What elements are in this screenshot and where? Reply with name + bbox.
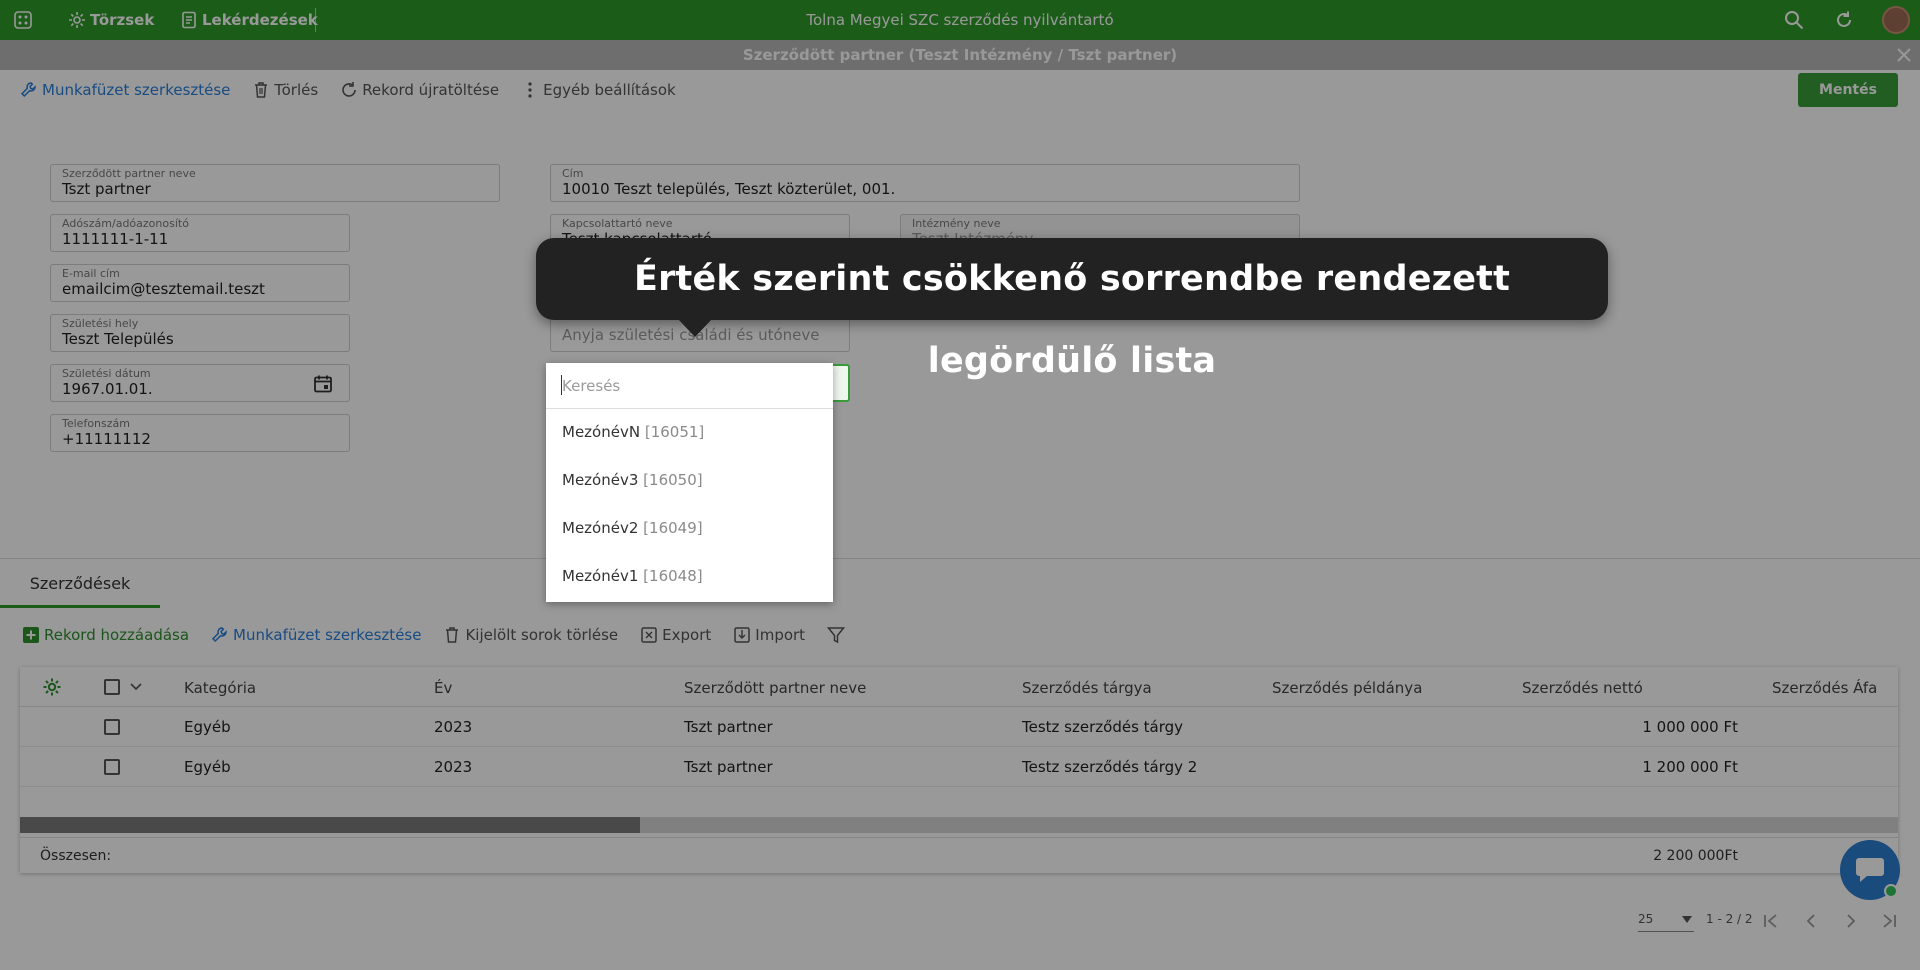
feature-tooltip: Érték szerint csökkenő sorrendbe rendeze… (536, 238, 1608, 381)
dropdown-option[interactable]: Mezónév3 [16050] (562, 471, 703, 489)
dropdown-option[interactable]: MezónévN [16051] (562, 423, 704, 441)
option-code: [16050] (643, 471, 703, 489)
option-name: Mezónév3 (562, 471, 639, 489)
dropdown-option[interactable]: Mezónév2 [16049] (562, 519, 703, 537)
option-name: Mezónév2 (562, 519, 639, 537)
option-code: [16048] (643, 567, 703, 585)
option-name: MezónévN (562, 423, 641, 441)
option-name: Mezónév1 (562, 567, 639, 585)
dropdown-search[interactable]: Keresés (546, 363, 833, 409)
tooltip-arrow (678, 319, 712, 337)
dropdown-list: Keresés MezónévN [16051] Mezónév3 [16050… (546, 363, 833, 602)
search-placeholder: Keresés (562, 377, 621, 395)
dropdown-option[interactable]: Mezónév1 [16048] (562, 567, 703, 585)
option-code: [16051] (644, 423, 705, 441)
option-code: [16049] (643, 519, 703, 537)
modal-overlay (0, 0, 1920, 970)
